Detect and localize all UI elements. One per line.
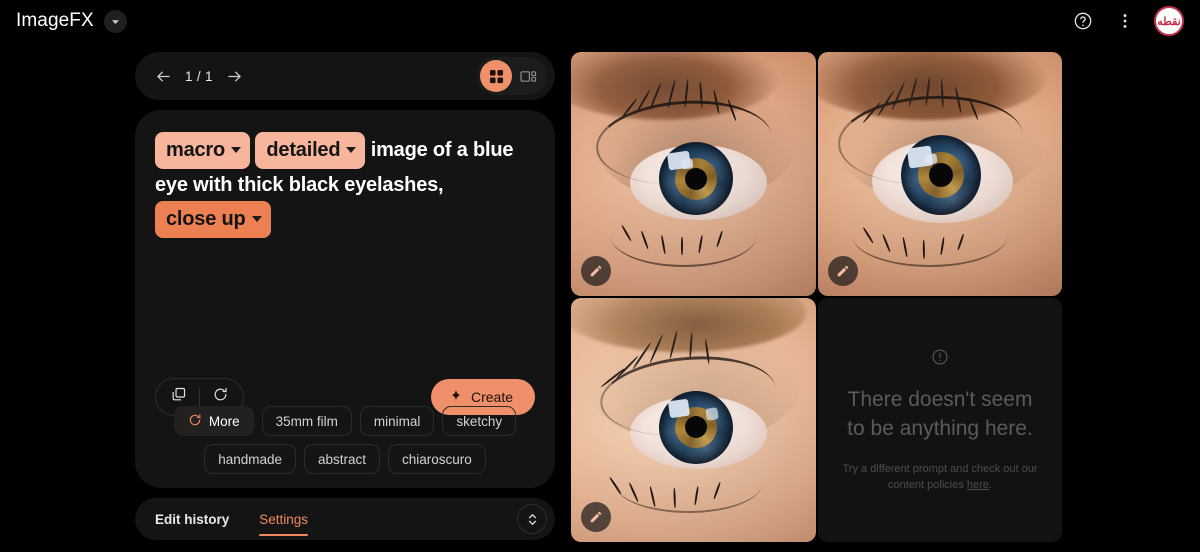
empty-state-panel: There doesn't seem to be anything here. … xyxy=(818,298,1062,542)
brand: ImageFX xyxy=(16,9,127,33)
empty-state-subtext: Try a different prompt and check out our… xyxy=(836,461,1044,493)
edit-pencil-icon[interactable] xyxy=(828,256,858,286)
chip-label: More xyxy=(208,413,240,429)
edit-pencil-icon[interactable] xyxy=(581,502,611,532)
app-header: ImageFX نقطه xyxy=(0,0,1200,42)
empty-subtext-after: . xyxy=(988,478,992,491)
arrow-left-icon[interactable] xyxy=(149,62,177,90)
create-label: Create xyxy=(470,389,513,405)
suggestion-chip-minimal[interactable]: minimal xyxy=(359,406,435,436)
suggestion-chip-35mm-film[interactable]: 35mm film xyxy=(261,406,352,436)
arrow-right-icon[interactable] xyxy=(221,62,249,90)
results-grid: There doesn't seem to be anything here. … xyxy=(571,52,1062,542)
copy-icon[interactable] xyxy=(170,386,187,408)
result-image-1[interactable] xyxy=(571,52,816,296)
chip-label: detailed xyxy=(266,139,341,161)
chevron-down-icon xyxy=(251,216,262,222)
empty-subtext-before: Try a different prompt and check out our… xyxy=(842,462,1038,491)
user-avatar[interactable]: نقطه xyxy=(1154,6,1184,36)
chip-label: 35mm film xyxy=(275,413,338,429)
more-vertical-icon[interactable] xyxy=(1112,8,1138,34)
suggestion-chip-more[interactable]: More xyxy=(173,406,254,436)
reset-icon[interactable] xyxy=(212,386,229,408)
tab-edit-history[interactable]: Edit history xyxy=(155,498,229,540)
tab-settings[interactable]: Settings xyxy=(259,498,308,540)
suggestion-chip-chiaroscuro[interactable]: chiaroscuro xyxy=(388,444,486,474)
chip-label: abstract xyxy=(318,451,367,467)
edit-pencil-icon[interactable] xyxy=(581,256,611,286)
prompt-card[interactable]: macro detailed image of a blue eye with … xyxy=(135,110,555,488)
suggestion-chip-sketchy[interactable]: sketchy xyxy=(442,406,517,436)
panel-bottom-bar: Edit history Settings xyxy=(135,498,555,540)
app-title: ImageFX xyxy=(16,10,94,31)
content-policies-link[interactable]: here xyxy=(967,479,989,491)
chip-label: close up xyxy=(166,208,246,230)
tab-label: Edit history xyxy=(155,511,230,527)
view-mode-toggle xyxy=(477,57,547,95)
generated-image xyxy=(571,52,816,296)
alert-circle-icon xyxy=(931,348,949,371)
page-count: 1 / 1 xyxy=(185,68,213,84)
sparkle-icon xyxy=(449,389,463,406)
chevron-down-icon[interactable] xyxy=(103,9,127,33)
chip-label: macro xyxy=(166,139,226,161)
divider xyxy=(199,388,200,406)
prompt-chip-detailed[interactable]: detailed xyxy=(255,132,366,169)
tab-label: Settings xyxy=(259,511,309,527)
imagefx-app: ImageFX نقطه 1 / 1 macro detailed image … xyxy=(0,0,1200,552)
chip-label: handmade xyxy=(218,451,282,467)
empty-state-heading: There doesn't seem to be anything here. xyxy=(847,387,1033,440)
avatar-label: نقطه xyxy=(1157,15,1181,28)
chip-label: sketchy xyxy=(456,413,503,429)
chevron-down-icon xyxy=(231,147,242,153)
prompt-text[interactable]: macro detailed image of a blue eye with … xyxy=(155,132,535,238)
suggestion-chip-handmade[interactable]: handmade xyxy=(204,444,296,474)
chip-label: chiaroscuro xyxy=(402,451,472,467)
result-image-2[interactable] xyxy=(818,52,1062,296)
help-circle-icon[interactable] xyxy=(1070,8,1096,34)
result-image-3[interactable] xyxy=(571,298,816,542)
generated-image xyxy=(818,52,1062,296)
refresh-icon xyxy=(188,413,202,430)
pagination-bar: 1 / 1 xyxy=(135,52,555,100)
header-actions: نقطه xyxy=(1070,6,1184,36)
detail-layout-icon[interactable] xyxy=(512,60,544,92)
chip-label: minimal xyxy=(373,413,421,429)
suggestion-chips: More 35mm film minimal sketchy handmade … xyxy=(149,406,541,474)
prompt-chip-macro[interactable]: macro xyxy=(155,132,251,169)
grid-2x2-icon[interactable] xyxy=(480,60,512,92)
prompt-panel: 1 / 1 macro detailed image of a blue eye… xyxy=(135,52,555,540)
chevron-up-down-icon[interactable] xyxy=(517,504,547,534)
generated-image xyxy=(571,298,816,542)
chevron-down-icon xyxy=(346,147,357,153)
suggestion-chip-abstract[interactable]: abstract xyxy=(304,444,381,474)
prompt-chip-close-up[interactable]: close up xyxy=(155,201,271,238)
